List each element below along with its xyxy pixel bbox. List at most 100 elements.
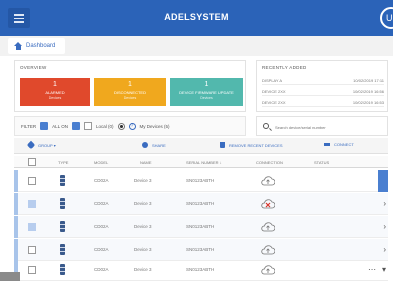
- local-label: Local (0): [96, 123, 114, 129]
- row-checkbox[interactable]: [28, 200, 36, 208]
- col-name[interactable]: NAME: [140, 160, 152, 165]
- row-model: CD02A: [94, 224, 109, 229]
- cloud-connected-icon: [261, 265, 275, 275]
- firmware-sub: Devices: [200, 96, 213, 100]
- remove-label: REMOVE RECENT DEVICES: [229, 142, 283, 148]
- disconnected-label: DISCONNECTED: [113, 90, 146, 95]
- all-on-checkbox[interactable]: [40, 122, 49, 130]
- my-devices-label: My Devices (5): [139, 123, 170, 129]
- remove-recent-button[interactable]: REMOVE RECENT DEVICES: [220, 142, 283, 148]
- breadcrumb-bar: Dashboard: [0, 36, 393, 56]
- col-status[interactable]: STATUS: [314, 160, 329, 165]
- disconnected-count: 1: [128, 81, 132, 88]
- table-row[interactable]: CD02A Device 3 SN0123ABTH ›: [14, 216, 388, 238]
- table-toolbar: GROUP ▾ SHARE REMOVE RECENT DEVICES CONN…: [14, 138, 388, 154]
- row-model: CD02A: [94, 201, 109, 206]
- trash-icon: [220, 142, 225, 148]
- firmware-label: DEVICE FIRMWARE UPDATE: [179, 90, 234, 95]
- row-serial: SN0123ABTH: [186, 224, 215, 229]
- disconnected-sub: Devices: [123, 96, 137, 100]
- recent-item-time: 10/02/2019 17:11: [353, 78, 384, 83]
- alarmed-label: ALARMED: [45, 90, 65, 95]
- all-on-label: ALL ON: [52, 123, 69, 129]
- col-type[interactable]: TYPE: [58, 160, 68, 165]
- filter-bar: FILTER ALL ON Local (0) ? My Devices (5): [14, 116, 246, 136]
- row-checkbox[interactable]: [28, 223, 36, 231]
- chevron-right-icon[interactable]: ›: [383, 199, 386, 208]
- group-button[interactable]: GROUP ▾: [26, 140, 56, 150]
- search-input[interactable]: [275, 122, 383, 132]
- device-icon: [60, 244, 65, 255]
- row-serial: SN0123ABTH: [186, 201, 215, 206]
- table-row[interactable]: CD02A Device 3 SN0123ABTH ⋯ ▾: [14, 259, 388, 281]
- row-checkbox[interactable]: [28, 246, 36, 254]
- table-row[interactable]: CD02A Device 3 SN0123ABTH ›: [14, 193, 388, 215]
- cloud-disconnected-icon: [261, 199, 275, 209]
- chevron-right-icon[interactable]: ›: [383, 222, 386, 231]
- search-icon: [263, 123, 269, 129]
- local-toggle[interactable]: [84, 122, 93, 130]
- recent-item[interactable]: DEVICE 2XX 10/02/2019 16:53: [262, 97, 384, 107]
- share-icon: [142, 142, 148, 148]
- recent-item-time: 10/02/2019 16:53: [352, 100, 384, 105]
- breadcrumb[interactable]: Dashboard: [8, 38, 66, 54]
- search-box: [256, 116, 388, 136]
- overview-panel: OVERVIEW 1 ALARMED Devices 1 DISCONNECTE…: [14, 60, 246, 112]
- row-name: Device 3: [134, 247, 152, 252]
- disconnected-card[interactable]: 1 DISCONNECTED Devices: [94, 78, 166, 106]
- row-name: Device 3: [134, 267, 152, 272]
- group-label: GROUP ▾: [38, 142, 56, 148]
- scroll-handle[interactable]: [0, 272, 20, 281]
- col-model[interactable]: MODEL: [94, 160, 108, 165]
- firmware-update-card[interactable]: 1 DEVICE FIRMWARE UPDATE Devices: [170, 78, 243, 106]
- cloud-connected-icon: [261, 245, 275, 255]
- row-serial: SN0123ABTH: [186, 178, 215, 183]
- row-model: CD02A: [94, 178, 109, 183]
- col-serial[interactable]: SERIAL NUMBER ↓: [186, 160, 222, 165]
- row-name: Device 3: [134, 178, 152, 183]
- device-icon: [60, 175, 65, 186]
- chevron-right-icon[interactable]: ›: [383, 245, 386, 254]
- table-row[interactable]: CD02A Device 3 SN0123ABTH: [14, 170, 388, 192]
- col-connection[interactable]: CONNECTION: [256, 160, 283, 165]
- row-name: Device 3: [134, 224, 152, 229]
- more-icon[interactable]: ⋯: [368, 265, 376, 274]
- recent-item-name: DISPLAY A: [262, 78, 283, 83]
- select-all-checkbox[interactable]: [28, 158, 36, 166]
- local-checkbox[interactable]: [72, 122, 81, 130]
- share-button[interactable]: SHARE: [142, 142, 166, 148]
- row-action-button[interactable]: [378, 170, 388, 192]
- local-radio[interactable]: [117, 122, 125, 130]
- chevron-down-icon[interactable]: ▾: [382, 265, 386, 274]
- row-serial: SN0123ABTH: [186, 247, 215, 252]
- tag-icon: [26, 140, 36, 150]
- device-icon: [60, 221, 65, 232]
- overview-title: OVERVIEW: [20, 65, 47, 70]
- table-header: TYPE MODEL NAME SERIAL NUMBER ↓ CONNECTI…: [14, 156, 388, 168]
- recent-item-name: DEVICE 2XX: [262, 89, 286, 94]
- row-name: Device 3: [134, 201, 152, 206]
- recent-title: RECENTLY ADDED: [262, 65, 307, 70]
- help-icon[interactable]: ?: [128, 122, 136, 130]
- alarmed-count: 1: [53, 81, 57, 88]
- row-checkbox[interactable]: [28, 266, 36, 274]
- table-row[interactable]: CD02A Device 3 SN0123ABTH ›: [14, 239, 388, 261]
- recently-added-panel: RECENTLY ADDED DISPLAY A 10/02/2019 17:1…: [256, 60, 388, 112]
- row-model: CD02A: [94, 247, 109, 252]
- row-indicator: [14, 216, 18, 238]
- connect-label: CONNECT: [334, 142, 354, 147]
- home-icon: [14, 42, 22, 50]
- share-label: SHARE: [152, 142, 166, 148]
- row-indicator: [14, 239, 18, 261]
- recent-item[interactable]: DEVICE 2XX 10/02/2019 16:56: [262, 86, 384, 96]
- breadcrumb-label: Dashboard: [26, 43, 56, 49]
- connect-icon: [324, 143, 330, 146]
- alarmed-card[interactable]: 1 ALARMED Devices: [20, 78, 90, 106]
- cloud-connected-icon: [261, 222, 275, 232]
- recent-item[interactable]: DISPLAY A 10/02/2019 17:11: [262, 75, 384, 85]
- user-avatar[interactable]: U: [380, 7, 393, 29]
- recent-item-name: DEVICE 2XX: [262, 100, 286, 105]
- row-checkbox[interactable]: [28, 177, 36, 185]
- connect-button[interactable]: CONNECT: [324, 142, 354, 147]
- top-bar: ADELSYSTEM U: [0, 0, 393, 36]
